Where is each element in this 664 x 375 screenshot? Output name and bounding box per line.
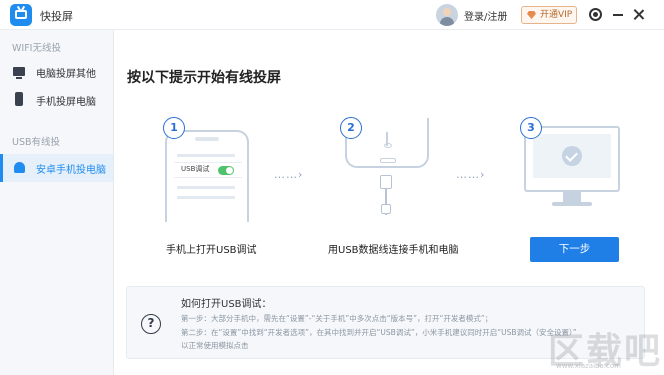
settings-icon[interactable] — [589, 8, 602, 21]
monitor-icon — [13, 67, 25, 79]
app-logo-icon — [10, 4, 32, 26]
arrow-icon: ……› — [274, 168, 304, 181]
sidebar-item-label: 手机投屏电脑 — [36, 97, 96, 108]
phone-usb-debug-illustration: USB调试 — [165, 130, 249, 222]
question-icon: ? — [141, 314, 161, 334]
close-icon[interactable] — [632, 8, 645, 21]
step-3-number: 3 — [520, 117, 542, 139]
check-icon — [562, 146, 582, 166]
usb-debug-label: USB调试 — [181, 165, 210, 173]
sidebar-item-pc-to-other[interactable]: 电脑投屏其他 — [0, 58, 113, 86]
open-vip-button[interactable]: 开通VIP — [521, 6, 577, 24]
page-title: 按以下提示开始有线投屏 — [127, 70, 281, 86]
sidebar-item-android-to-pc[interactable]: 安卓手机投电脑 — [0, 154, 113, 182]
step-2-number: 2 — [340, 117, 362, 139]
help-title: 如何打开USB调试： — [181, 299, 272, 310]
section-usb-title: USB有线投 — [12, 137, 61, 148]
usb-icon — [382, 132, 392, 148]
step-1-caption: 手机上打开USB调试 — [166, 245, 257, 256]
help-line: 第二步：在“设置”中找到“开发者选项”，在其中找到并开启“USB调试”，小米手机… — [181, 328, 577, 337]
sidebar-item-label: 电脑投屏其他 — [36, 69, 96, 80]
diamond-icon — [527, 11, 536, 19]
app-title: 快投屏 — [40, 10, 73, 23]
sidebar-item-label: 安卓手机投电脑 — [36, 165, 106, 176]
avatar[interactable] — [436, 4, 458, 26]
section-wifi-title: WIFI无线投 — [12, 43, 61, 54]
title-bar: 快投屏 登录/注册 开通VIP — [0, 0, 664, 30]
sidebar-item-phone-to-pc[interactable]: 手机投屏电脑 — [0, 86, 113, 114]
next-step-button[interactable]: 下一步 — [530, 237, 619, 262]
step-2-caption: 用USB数据线连接手机和电脑 — [328, 245, 459, 256]
minimize-icon[interactable] — [613, 14, 623, 16]
help-line: 第一步：大部分手机中，需先在“设置”-“关于手机”中多次点击“版本号”，打开“开… — [181, 314, 493, 323]
vip-label: 开通VIP — [540, 10, 573, 20]
sidebar: WIFI无线投 电脑投屏其他 手机投屏电脑 USB有线投 安卓手机投电脑 — [0, 30, 114, 375]
android-icon — [14, 162, 25, 173]
toggle-icon — [218, 166, 234, 175]
phone-icon — [15, 92, 23, 106]
watermark-url: www.xiazaiba.com — [556, 362, 621, 370]
usb-cable-icon — [380, 175, 392, 189]
login-register-link[interactable]: 登录/注册 — [464, 8, 507, 23]
help-line: 以正常使用模拟点击 — [181, 341, 249, 350]
arrow-icon: ……› — [456, 168, 486, 181]
step-1-number: 1 — [163, 117, 185, 139]
